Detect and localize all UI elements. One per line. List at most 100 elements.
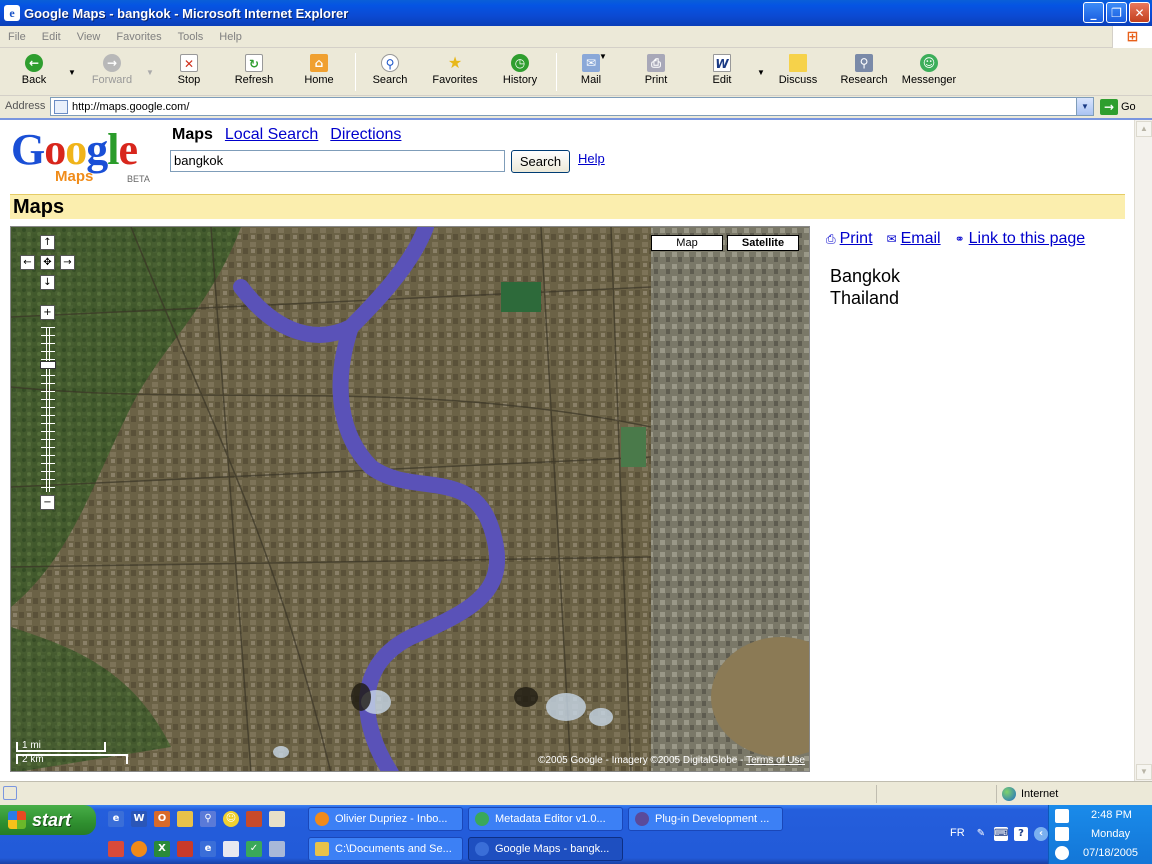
stop-icon: ✕ (180, 54, 198, 72)
edit-button[interactable]: W Edit (704, 52, 740, 92)
zoom-slider-track[interactable] (46, 327, 50, 492)
favorites-button[interactable]: ★ Favorites (428, 52, 482, 92)
messenger-button[interactable]: ☺ Messenger (900, 52, 958, 92)
pan-center-icon[interactable]: ✥ (40, 255, 55, 270)
quicklaunch-smiley-icon[interactable]: ☺ (223, 811, 239, 827)
scroll-up-icon[interactable]: ▲ (1136, 121, 1152, 137)
map-type-map-button[interactable]: Map (651, 235, 723, 251)
quicklaunch-firefox-icon[interactable] (131, 841, 147, 857)
taskbar: start e W O ⚲ ☺ X e ✓ Olivier Dupriez - … (0, 805, 1152, 864)
tray-network-icon[interactable] (1055, 827, 1069, 841)
menu-tools[interactable]: Tools (170, 31, 212, 43)
quicklaunch-paint-icon[interactable] (269, 811, 285, 827)
help-link[interactable]: Help (578, 151, 605, 166)
printer-icon: ⎙ (826, 232, 836, 246)
quicklaunch-search-icon[interactable]: ⚲ (200, 811, 216, 827)
quicklaunch-monitor-icon[interactable] (269, 841, 285, 857)
quicklaunch-word-icon[interactable]: W (131, 811, 147, 827)
quicklaunch-window-icon[interactable] (223, 841, 239, 857)
research-button[interactable]: ⚲ Research (838, 52, 890, 92)
task-button[interactable]: C:\Documents and Se... (308, 837, 463, 861)
place-country: Thailand (830, 288, 900, 308)
edit-dropdown-icon[interactable]: ▼ (757, 68, 765, 77)
pan-up-icon[interactable]: ↑ (40, 235, 55, 250)
clock-day: Monday (1091, 828, 1131, 840)
print-link-group[interactable]: ⎙ Print (826, 230, 873, 248)
google-maps-logo[interactable]: Google Maps BETA (11, 128, 161, 188)
stop-button[interactable]: ✕ Stop (170, 52, 208, 92)
quicklaunch-grid-icon[interactable] (108, 841, 124, 857)
pen-icon[interactable]: ✎ (974, 827, 988, 841)
refresh-button[interactable]: ↻ Refresh (230, 52, 278, 92)
map-type-satellite-button[interactable]: Satellite (727, 235, 799, 251)
menu-file[interactable]: File (0, 31, 34, 43)
zoom-out-icon[interactable]: − (40, 495, 55, 510)
window-titlebar[interactable]: e Google Maps - bangkok - Microsoft Inte… (0, 0, 1152, 26)
tray-volume-icon[interactable] (1055, 846, 1069, 860)
close-button[interactable]: ✕ (1129, 2, 1150, 23)
go-label: Go (1121, 101, 1136, 113)
vertical-scrollbar[interactable]: ▲ ▼ (1134, 120, 1152, 781)
forward-button[interactable]: → Forward (86, 52, 138, 92)
quicklaunch-app-icon[interactable] (246, 811, 262, 827)
nav-directions[interactable]: Directions (330, 126, 401, 144)
address-dropdown-icon[interactable]: ▼ (1076, 98, 1093, 115)
zoom-slider-thumb[interactable] (40, 361, 56, 369)
task-button-active[interactable]: Google Maps - bangk... (468, 837, 623, 861)
permalink-group[interactable]: ⚭ Link to this page (955, 230, 1086, 248)
quicklaunch-check-icon[interactable]: ✓ (246, 841, 262, 857)
quicklaunch-ie-icon[interactable]: e (108, 811, 124, 827)
quicklaunch-excel-icon[interactable]: X (154, 841, 170, 857)
menu-help[interactable]: Help (211, 31, 250, 43)
scroll-down-icon[interactable]: ▼ (1136, 764, 1152, 780)
terms-of-use-link[interactable]: Terms of Use (746, 755, 805, 766)
zoom-in-icon[interactable]: + (40, 305, 55, 320)
ime-icon[interactable]: ⌨ (994, 827, 1008, 841)
help-icon[interactable]: ? (1014, 827, 1028, 841)
back-button[interactable]: ← Back (12, 52, 56, 92)
restore-button[interactable]: ❐ (1106, 2, 1127, 23)
quicklaunch-ie2-icon[interactable]: e (200, 841, 216, 857)
task-button[interactable]: Metadata Editor v1.0... (468, 807, 623, 831)
page-status-icon (3, 786, 17, 800)
print-link[interactable]: Print (840, 230, 873, 247)
forward-dropdown-icon[interactable]: ▼ (146, 68, 154, 77)
stop-label: Stop (177, 74, 201, 86)
quicklaunch-folder-icon[interactable] (177, 811, 193, 827)
task-button[interactable]: Plug-in Development ... (628, 807, 783, 831)
clock-time[interactable]: 2:48 PM (1091, 809, 1132, 821)
collapse-tray-icon[interactable]: ‹ (1034, 827, 1048, 841)
pan-down-icon[interactable]: ↓ (40, 275, 55, 290)
pan-right-icon[interactable]: → (60, 255, 75, 270)
history-button[interactable]: ◷ History (498, 52, 542, 92)
menu-favorites[interactable]: Favorites (108, 31, 169, 43)
start-button[interactable]: start (0, 805, 96, 835)
scale-mi-label: 1 mi (22, 740, 41, 751)
home-button[interactable]: ⌂ Home (300, 52, 338, 92)
email-link-group[interactable]: ✉ Email (887, 230, 941, 248)
task-label: Plug-in Development ... (655, 813, 770, 825)
search-button[interactable]: Search (511, 150, 570, 173)
minimize-button[interactable]: _ (1083, 2, 1104, 23)
menu-view[interactable]: View (69, 31, 109, 43)
tray-app-icon[interactable] (1055, 809, 1069, 823)
discuss-icon (789, 54, 807, 72)
quicklaunch-outlook-icon[interactable]: O (154, 811, 170, 827)
language-indicator[interactable]: FR (950, 827, 965, 839)
mail-dropdown-icon[interactable]: ▼ (599, 52, 607, 61)
pan-left-icon[interactable]: ← (20, 255, 35, 270)
link-to-page-link[interactable]: Link to this page (969, 230, 1086, 247)
satellite-map[interactable]: Map Satellite ↑ ← ✥ → ↓ + − 1 mi 2 km ©2… (10, 226, 810, 772)
email-link[interactable]: Email (901, 230, 941, 247)
back-dropdown-icon[interactable]: ▼ (68, 68, 76, 77)
search-toolbar-button[interactable]: ⚲ Search (368, 52, 412, 92)
task-button[interactable]: Olivier Dupriez - Inbo... (308, 807, 463, 831)
search-input[interactable]: bangkok (170, 150, 505, 172)
nav-local-search[interactable]: Local Search (225, 126, 318, 144)
print-toolbar-button[interactable]: ⎙ Print (638, 52, 674, 92)
menu-edit[interactable]: Edit (34, 31, 69, 43)
address-input[interactable]: http://maps.google.com/ ▼ (50, 97, 1094, 116)
go-button[interactable]: → Go (1100, 97, 1136, 117)
discuss-button[interactable]: Discuss (776, 52, 820, 92)
quicklaunch-chart-icon[interactable] (177, 841, 193, 857)
